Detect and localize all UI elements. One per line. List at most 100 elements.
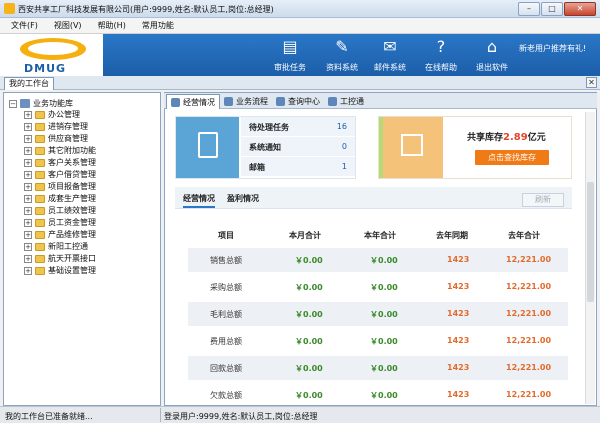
menu-help[interactable]: 帮助(H) <box>98 20 126 31</box>
column-header-last-period: 去年同期 <box>436 231 468 240</box>
expand-icon[interactable]: + <box>24 230 32 239</box>
title-bar: 西安共享工厂科技发展有限公司(用户:9999,姓名:默认员工,岗位:总经理) –… <box>0 0 600 18</box>
control-icon <box>328 97 337 106</box>
data-system-button[interactable]: ✎ 资料系统 <box>318 36 366 74</box>
folder-icon <box>35 242 45 251</box>
approval-task-button[interactable]: ▤ 审批任务 <box>266 36 314 74</box>
library-icon <box>20 99 30 108</box>
exit-software-button[interactable]: ⌂ 退出软件 <box>468 36 516 74</box>
pending-tasks-row[interactable]: 待处理任务 16 <box>241 117 355 137</box>
expand-icon[interactable]: + <box>24 134 32 143</box>
folder-icon <box>35 266 45 275</box>
mail-system-button[interactable]: ✉ 邮件系统 <box>366 36 414 74</box>
folder-icon <box>35 134 45 143</box>
expand-icon[interactable]: + <box>24 206 32 215</box>
function-tree-panel: − 业务功能库 + 办公管理 + 进销存管理 + 供应商管理 + 其它附加功能 + 客户关… <box>3 92 161 406</box>
shared-stock-card: 共享库存2.89亿元 点击查找库存 <box>378 116 572 179</box>
workbench-bar <box>0 76 600 90</box>
expand-icon[interactable]: + <box>24 146 32 155</box>
system-notice-row[interactable]: 系统通知 0 <box>241 137 355 157</box>
folder-icon <box>35 194 45 203</box>
company-logo: DMUG <box>0 34 103 76</box>
tab-query-center[interactable]: 查询中心 <box>272 94 324 109</box>
expand-icon[interactable]: + <box>24 218 32 227</box>
menu-file[interactable]: 文件(F) <box>11 20 38 31</box>
window-title: 西安共享工厂科技发展有限公司(用户:9999,姓名:默认员工,岗位:总经理) <box>18 5 274 14</box>
referral-note[interactable]: 新老用户推荐有礼! <box>519 43 586 54</box>
folder-icon <box>35 170 45 179</box>
close-button[interactable]: ✕ <box>564 2 596 16</box>
workbench-close-button[interactable]: ✕ <box>586 77 597 88</box>
expand-icon[interactable]: + <box>24 110 32 119</box>
scroll-thumb[interactable] <box>587 182 594 302</box>
tree-item[interactable]: + 进销存管理 <box>24 121 88 132</box>
status-ready-text: 我的工作台已准备就绪... <box>5 412 93 421</box>
logo-text: DMUG <box>24 62 67 75</box>
task-card-icon-box <box>176 117 239 178</box>
menu-view[interactable]: 视图(V) <box>54 20 82 31</box>
tab-industrial-control[interactable]: 工控通 <box>324 94 368 109</box>
folder-icon <box>35 182 45 191</box>
subtab-profit[interactable]: 盈利情况 <box>227 193 259 204</box>
refresh-button[interactable]: 刷新 <box>522 193 564 207</box>
tab-business-status[interactable]: 经营情况 <box>166 94 220 109</box>
menu-bar: 文件(F) 视图(V) 帮助(H) 常用功能 <box>0 18 600 34</box>
expand-icon[interactable]: + <box>24 194 32 203</box>
tree-item[interactable]: + 成套生产管理 <box>24 193 96 204</box>
help-icon: ? <box>436 37 446 56</box>
folder-icon <box>35 254 45 263</box>
column-header-month: 本月合计 <box>289 231 321 240</box>
folder-icon <box>35 206 45 215</box>
shared-stock-value: 共享库存2.89亿元 <box>467 132 546 143</box>
clipboard-icon: ▤ <box>282 37 298 56</box>
table-row: 采购总额 ￥0.00 ￥0.00 1423 12,221.00 <box>210 282 552 292</box>
find-stock-button[interactable]: 点击查找库存 <box>475 150 549 165</box>
table-row: 费用总额 ￥0.00 ￥0.00 1423 12,221.00 <box>210 336 552 346</box>
tab-my-workbench[interactable]: 我的工作台 <box>4 77 54 90</box>
folder-icon <box>35 230 45 239</box>
vertical-scrollbar[interactable] <box>585 112 595 404</box>
folder-icon <box>35 122 45 131</box>
tree-root[interactable]: − 业务功能库 <box>9 98 73 109</box>
tree-item[interactable]: + 办公管理 <box>24 109 80 120</box>
table-row: 欠款总额 ￥0.00 ￥0.00 1423 12,221.00 <box>210 390 552 400</box>
table-row: 销售总额 ￥0.00 ￥0.00 1423 12,221.00 <box>188 248 568 272</box>
tree-item[interactable]: + 基础设置管理 <box>24 265 96 276</box>
tree-item[interactable]: + 项目报备管理 <box>24 181 96 192</box>
document-clock-icon <box>198 132 218 158</box>
tree-item[interactable]: + 客户借贷管理 <box>24 169 96 180</box>
mail-icon: ✉ <box>383 37 397 56</box>
tree-item[interactable]: + 员工资金管理 <box>24 217 96 228</box>
tree-item[interactable]: + 航天开票接口 <box>24 253 96 264</box>
expand-icon[interactable]: + <box>24 254 32 263</box>
tree-item[interactable]: + 产品维修管理 <box>24 229 96 240</box>
online-help-button[interactable]: ? 在线帮助 <box>417 36 465 74</box>
tree-item[interactable]: + 新阳工控通 <box>24 241 88 252</box>
tree-item[interactable]: + 客户关系管理 <box>24 157 96 168</box>
tab-workflow[interactable]: 业务流程 <box>220 94 272 109</box>
stock-card-icon-box <box>379 117 443 178</box>
expand-icon[interactable]: + <box>24 266 32 275</box>
expand-icon[interactable]: + <box>24 182 32 191</box>
task-summary-card: 待处理任务 16 系统通知 0 邮箱 1 <box>175 116 356 179</box>
minimize-button[interactable]: – <box>518 2 540 16</box>
menu-common[interactable]: 常用功能 <box>142 20 174 31</box>
edit-document-icon: ✎ <box>335 37 349 56</box>
table-row: 毛利总额 ￥0.00 ￥0.00 1423 12,221.00 <box>188 302 568 326</box>
exit-house-icon: ⌂ <box>486 37 498 56</box>
subtab-business[interactable]: 经营情况 <box>183 193 215 208</box>
expand-icon[interactable]: + <box>24 170 32 179</box>
folder-icon <box>35 158 45 167</box>
folder-icon <box>35 146 45 155</box>
window-controls: – □ ✕ <box>518 2 596 16</box>
maximize-button[interactable]: □ <box>541 2 563 16</box>
expand-icon[interactable]: + <box>24 242 32 251</box>
collapse-icon[interactable]: − <box>9 99 17 108</box>
tree-item[interactable]: + 员工绩效管理 <box>24 205 96 216</box>
mailbox-row[interactable]: 邮箱 1 <box>241 157 355 177</box>
folder-icon <box>35 218 45 227</box>
tree-item[interactable]: + 其它附加功能 <box>24 145 96 156</box>
expand-icon[interactable]: + <box>24 122 32 131</box>
tree-item[interactable]: + 供应商管理 <box>24 133 88 144</box>
expand-icon[interactable]: + <box>24 158 32 167</box>
